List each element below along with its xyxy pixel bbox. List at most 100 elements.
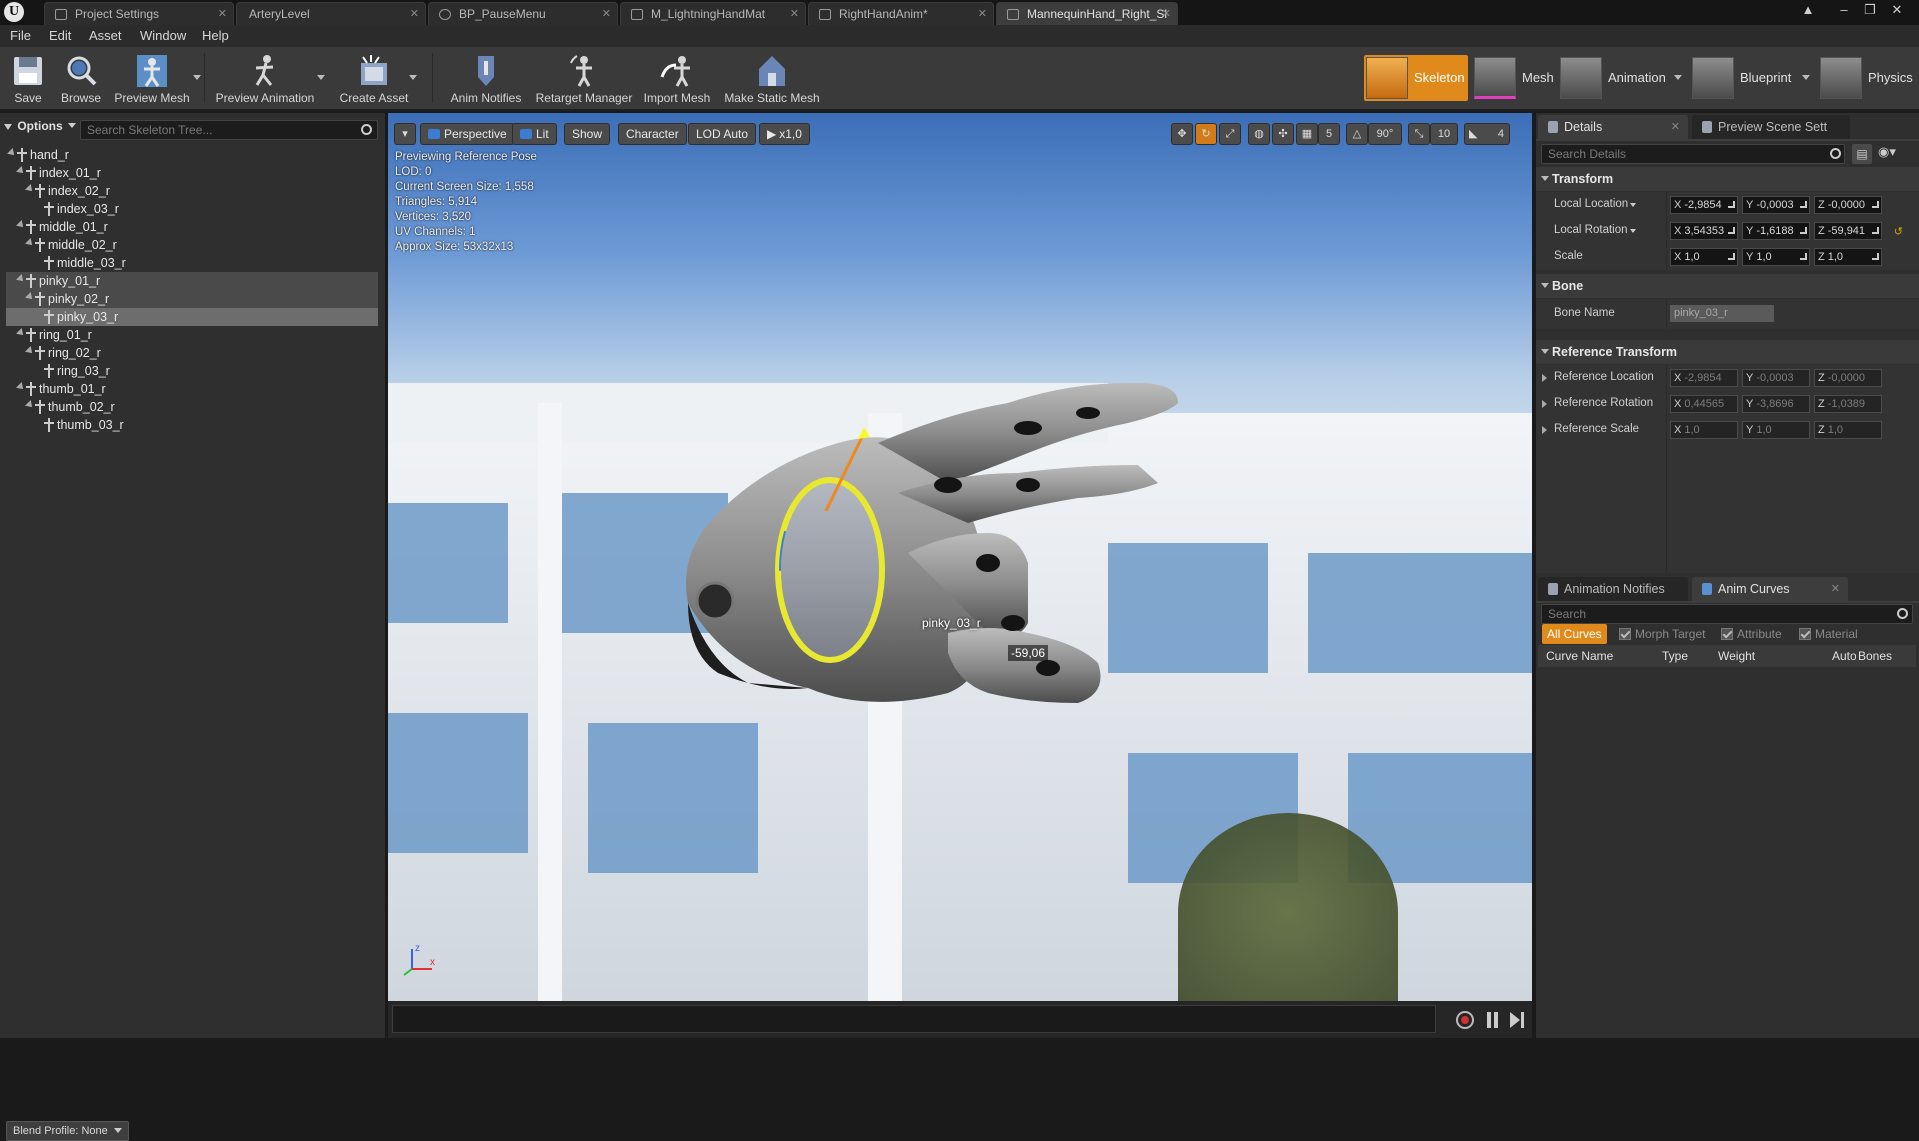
- perspective-button[interactable]: Perspective: [420, 123, 515, 145]
- blend-profile-dropdown[interactable]: Blend Profile: None: [6, 1121, 129, 1141]
- curves-search-input[interactable]: Search: [1541, 604, 1913, 624]
- vector-field-z[interactable]: Z -0,0000: [1814, 196, 1882, 214]
- vector-field-y[interactable]: Y -0,0003: [1742, 196, 1810, 214]
- create-asset-button[interactable]: Create Asset: [334, 47, 414, 109]
- tab-project-settings[interactable]: Project Settings ✕: [44, 2, 234, 25]
- expand-arrow-icon[interactable]: [16, 328, 26, 338]
- vector-field-x[interactable]: X -2,9854: [1670, 196, 1738, 214]
- material-filter[interactable]: Material: [1794, 624, 1863, 644]
- retarget-manager-button[interactable]: Retarget Manager: [532, 47, 636, 109]
- viewport-options-button[interactable]: ▾: [394, 123, 416, 145]
- bone-row-ring-02-r[interactable]: ring_02_r: [6, 344, 378, 362]
- tab-right-hand-anim[interactable]: RightHandAnim* ✕: [808, 2, 994, 25]
- menu-asset[interactable]: Asset: [89, 28, 122, 43]
- column-bones[interactable]: Bones: [1858, 649, 1892, 663]
- expand-arrow-icon[interactable]: [25, 184, 35, 194]
- column-auto[interactable]: Auto: [1832, 649, 1856, 663]
- expand-arrow-icon[interactable]: [1542, 400, 1547, 408]
- expand-arrow-icon[interactable]: [25, 292, 35, 302]
- tab-details[interactable]: Details ✕: [1538, 115, 1688, 139]
- preview-animation-button[interactable]: Preview Animation: [210, 47, 320, 109]
- tab-mannequin-hand[interactable]: MannequinHand_Right_Sl ✕: [996, 2, 1178, 25]
- bone-row-index-01-r[interactable]: index_01_r: [6, 164, 378, 182]
- scale-snap-icon[interactable]: ⤡: [1408, 123, 1430, 145]
- chevron-down-icon[interactable]: [1630, 203, 1636, 207]
- world-local-icon[interactable]: ◍: [1248, 123, 1270, 145]
- tab-bp-pause-menu[interactable]: BP_PauseMenu ✕: [428, 2, 618, 25]
- bone-row-middle-01-r[interactable]: middle_01_r: [6, 218, 378, 236]
- close-icon[interactable]: ✕: [1831, 582, 1840, 595]
- unreal-logo-icon[interactable]: U: [4, 2, 24, 22]
- bone-row-middle-03-r[interactable]: middle_03_r: [6, 254, 378, 272]
- rotate-icon[interactable]: ↻: [1195, 123, 1217, 145]
- bone-row-middle-02-r[interactable]: middle_02_r: [6, 236, 378, 254]
- expand-arrow-icon[interactable]: [1542, 426, 1547, 434]
- show-button[interactable]: Show: [564, 123, 611, 145]
- scale-icon[interactable]: ⤢: [1219, 123, 1241, 145]
- scale-snap-value[interactable]: 10: [1430, 123, 1458, 145]
- lod-button[interactable]: LOD Auto: [688, 123, 757, 145]
- playback-speed-button[interactable]: ▶ x1,0: [759, 123, 810, 145]
- import-mesh-button[interactable]: Import Mesh: [640, 47, 714, 109]
- minimize-button[interactable]: –: [1833, 2, 1855, 18]
- column-type[interactable]: Type: [1662, 649, 1688, 663]
- make-static-mesh-button[interactable]: Make Static Mesh: [720, 47, 824, 109]
- all-curves-filter[interactable]: All Curves: [1542, 624, 1607, 644]
- view-options-icon[interactable]: ▤: [1852, 144, 1872, 164]
- column-weight[interactable]: Weight: [1718, 649, 1755, 663]
- notification-icon[interactable]: ▲: [1797, 2, 1819, 18]
- bone-row-thumb-03-r[interactable]: thumb_03_r: [6, 416, 378, 434]
- menu-help[interactable]: Help: [202, 28, 229, 43]
- mode-skeleton-button[interactable]: Skeleton: [1364, 55, 1468, 101]
- close-icon[interactable]: ✕: [1671, 120, 1680, 133]
- chevron-down-icon[interactable]: [1802, 75, 1810, 80]
- mode-mesh-button[interactable]: Mesh: [1472, 55, 1554, 101]
- grid-snap-icon[interactable]: ▦: [1296, 123, 1318, 145]
- translate-icon[interactable]: ✥: [1171, 123, 1193, 145]
- close-icon[interactable]: ✕: [790, 7, 799, 20]
- chevron-down-icon[interactable]: [409, 75, 417, 80]
- property-label[interactable]: Local Rotation: [1554, 224, 1628, 236]
- options-dropdown[interactable]: Options: [4, 119, 77, 139]
- bone-row-index-03-r[interactable]: index_03_r: [6, 200, 378, 218]
- angle-snap-value[interactable]: 90°: [1368, 123, 1402, 145]
- bone-row-ring-03-r[interactable]: ring_03_r: [6, 362, 378, 380]
- grid-snap-value[interactable]: 5: [1318, 123, 1340, 145]
- lit-button[interactable]: Lit: [512, 123, 557, 145]
- save-button[interactable]: Save: [6, 47, 50, 109]
- tab-material[interactable]: M_LightningHandMat ✕: [620, 2, 806, 25]
- pause-button[interactable]: [1484, 1011, 1502, 1029]
- bone-row-hand-r[interactable]: hand_r: [6, 146, 378, 164]
- bone-row-index-02-r[interactable]: index_02_r: [6, 182, 378, 200]
- vector-field-y[interactable]: Y -1,6188: [1742, 222, 1810, 240]
- browse-button[interactable]: Browse: [56, 47, 106, 109]
- bone-row-pinky-03-r[interactable]: pinky_03_r: [6, 308, 378, 326]
- expand-arrow-icon[interactable]: [16, 382, 26, 392]
- menu-file[interactable]: File: [10, 28, 31, 43]
- tab-anim-curves[interactable]: Anim Curves ✕: [1692, 577, 1848, 601]
- expand-arrow-icon[interactable]: [25, 346, 35, 356]
- vector-field-z[interactable]: Z 1,0: [1814, 248, 1882, 266]
- step-forward-button[interactable]: [1508, 1011, 1526, 1029]
- expand-arrow-icon[interactable]: [25, 238, 35, 248]
- record-button[interactable]: [1456, 1011, 1474, 1029]
- expand-arrow-icon[interactable]: [16, 220, 26, 230]
- vector-field-x[interactable]: X 1,0: [1670, 248, 1738, 266]
- hand-mesh[interactable]: [388, 113, 1532, 1001]
- expand-arrow-icon[interactable]: [16, 166, 26, 176]
- bone-section-header[interactable]: Bone: [1536, 274, 1919, 298]
- rotation-gizmo-ring[interactable]: [775, 477, 885, 663]
- chevron-down-icon[interactable]: [1630, 229, 1636, 233]
- bone-row-pinky-01-r[interactable]: pinky_01_r: [6, 272, 378, 290]
- reset-to-default-icon[interactable]: ↺: [1894, 225, 1903, 238]
- close-icon[interactable]: ✕: [410, 7, 419, 20]
- mode-physics-button[interactable]: Physics: [1818, 55, 1918, 101]
- anim-notifies-button[interactable]: Anim Notifies: [446, 47, 526, 109]
- visibility-eye-icon[interactable]: ◉▾: [1878, 144, 1912, 164]
- timeline-scrubber[interactable]: [392, 1005, 1436, 1033]
- property-label[interactable]: Local Location: [1554, 198, 1628, 210]
- morph-target-filter[interactable]: Morph Target: [1614, 624, 1710, 644]
- close-icon[interactable]: ✕: [218, 7, 227, 20]
- surface-snap-icon[interactable]: ✣: [1272, 123, 1294, 145]
- close-icon[interactable]: ✕: [602, 7, 611, 20]
